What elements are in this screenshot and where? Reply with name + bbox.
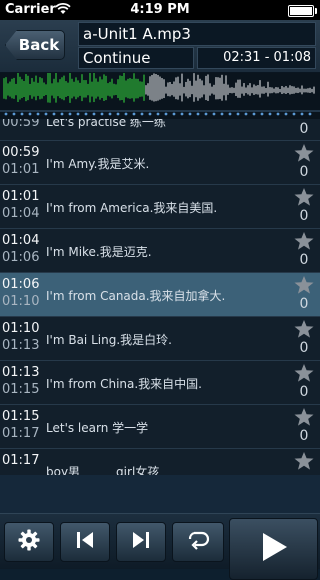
player-header: Back a-Unit1 A.mp3 Continue 02:31 - 01:0… — [0, 20, 320, 73]
end-time: 01:04 — [2, 206, 40, 221]
previous-button[interactable] — [60, 522, 110, 562]
sentence-text: Let's practise 练一练 — [46, 119, 166, 129]
sentence-text: I'm from China.我来自中国. — [46, 377, 202, 391]
sentence-row[interactable]: 01:17 boy男 girl女孩 — [0, 449, 320, 475]
sentence-text: I'm from Canada.我来自加拿大. — [46, 289, 226, 303]
repeat-button[interactable] — [172, 522, 224, 562]
sentence-row[interactable]: 00:59 01:01 I'm Amy.我是艾米. 0 — [0, 141, 320, 185]
list-footer — [0, 475, 320, 513]
sentence-text: boy男 girl女孩 — [46, 465, 160, 475]
clock: 4:19 PM — [130, 2, 190, 17]
sentence-text: I'm Amy.我是艾米. — [46, 157, 150, 171]
star-icon[interactable] — [293, 231, 315, 251]
favorite-count: 0 — [299, 164, 309, 180]
start-time: 01:13 — [2, 365, 40, 380]
star-icon[interactable] — [293, 363, 315, 383]
repeat-icon — [184, 528, 212, 556]
favorite-count: 0 — [299, 428, 309, 444]
start-time: 01:04 — [2, 233, 40, 248]
favorite-count: 0 — [299, 296, 309, 312]
sentence-row[interactable]: 01:01 01:04 I'm from America.我来自美国. 0 — [0, 185, 320, 229]
gear-icon — [17, 528, 41, 556]
skip-previous-icon — [74, 530, 96, 554]
sentence-text: I'm Bai Ling.我是白玲. — [46, 333, 172, 347]
play-mode-button[interactable]: Continue — [78, 47, 194, 69]
back-button-label: Back — [18, 36, 60, 54]
start-time: 01:15 — [2, 409, 40, 424]
next-button[interactable] — [116, 522, 166, 562]
end-time: 01:01 — [2, 162, 40, 177]
waveform[interactable] — [0, 73, 320, 119]
back-button[interactable]: Back — [5, 30, 65, 60]
sentence-row[interactable]: 01:10 01:13 I'm Bai Ling.我是白玲. 0 — [0, 317, 320, 361]
star-icon[interactable] — [293, 407, 315, 427]
playback-toolbar — [0, 513, 320, 580]
start-time: 00:59 — [2, 145, 40, 160]
end-time: 01:17 — [2, 426, 40, 441]
star-icon[interactable] — [293, 187, 315, 207]
favorite-count: 0 — [299, 340, 309, 356]
start-time: 01:01 — [2, 189, 40, 204]
play-button[interactable] — [229, 518, 318, 580]
status-bar: Carrier 4:19 PM — [0, 0, 320, 20]
sentence-text: I'm Mike.我是迈克. — [46, 245, 152, 259]
star-icon[interactable] — [293, 319, 315, 339]
sentence-row[interactable]: 01:06 01:10 I'm from Canada.我来自加拿大. 0 — [0, 273, 320, 317]
start-time: 01:10 — [2, 321, 40, 336]
settings-button[interactable] — [4, 522, 54, 562]
start-time: 01:17 — [2, 453, 40, 468]
sentence-text: Let's learn 学一学 — [46, 421, 149, 435]
favorite-count: 0 — [299, 384, 309, 400]
start-time: 00:59 — [2, 119, 40, 130]
sentence-row[interactable]: 01:04 01:06 I'm Mike.我是迈克. 0 — [0, 229, 320, 273]
star-icon[interactable] — [293, 275, 315, 295]
battery-icon — [288, 5, 317, 17]
start-time: 01:06 — [2, 277, 40, 292]
favorite-count: 0 — [299, 252, 309, 268]
sentence-text: I'm from America.我来自美国. — [46, 201, 218, 215]
sentence-row[interactable]: 01:13 01:15 I'm from China.我来自中国. 0 — [0, 361, 320, 405]
star-icon[interactable] — [293, 451, 315, 471]
sentence-list[interactable]: 00:59 Let's practise 练一练 0 00:59 01:01 I'm Am… — [0, 119, 320, 475]
end-time: 01:06 — [2, 250, 40, 265]
skip-next-icon — [130, 530, 152, 554]
favorite-count: 0 — [299, 121, 309, 137]
end-time: 01:15 — [2, 382, 40, 397]
favorite-count: 0 — [299, 208, 309, 224]
track-title: a-Unit1 A.mp3 — [78, 22, 316, 46]
time-range: 02:31 - 01:08 — [197, 47, 316, 69]
star-icon[interactable] — [293, 143, 315, 163]
sentence-row[interactable]: 00:59 Let's practise 练一练 0 — [0, 119, 320, 141]
end-time: 01:13 — [2, 338, 40, 353]
sentence-row[interactable]: 01:15 01:17 Let's learn 学一学 0 — [0, 405, 320, 449]
end-time: 01:10 — [2, 294, 40, 309]
play-icon — [259, 531, 289, 567]
